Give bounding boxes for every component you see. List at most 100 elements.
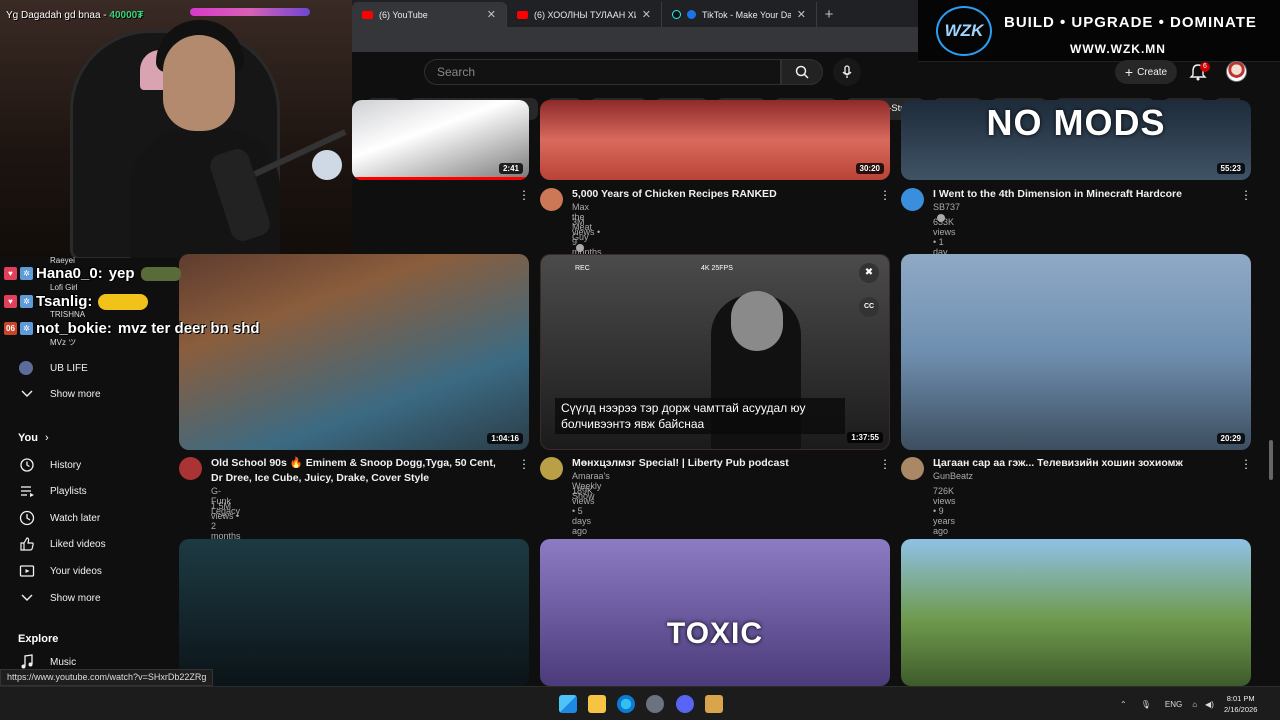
video-thumbnail[interactable] bbox=[901, 539, 1251, 686]
bits-badge-icon: 06 bbox=[4, 322, 17, 335]
video-thumbnail[interactable]: 2:41 bbox=[352, 100, 529, 180]
network-icon[interactable]: ⌂ bbox=[1192, 700, 1197, 709]
caption-text: Сүүлд нээрээ тэр дорж чамттай асуудал юу… bbox=[555, 398, 845, 434]
search-input[interactable] bbox=[425, 60, 780, 84]
create-label: Create bbox=[1137, 66, 1168, 78]
more-options-icon[interactable]: · · · bbox=[521, 453, 527, 474]
language-indicator[interactable]: ENG bbox=[1165, 700, 1182, 709]
more-options-icon[interactable]: · · · bbox=[882, 184, 888, 205]
browser-tab-youtube[interactable]: (6) YouTube ✕ bbox=[352, 2, 507, 27]
chat-message: ♥ ✲ Tsanlig: bbox=[4, 293, 149, 310]
more-options-icon[interactable]: · · · bbox=[1243, 453, 1249, 474]
youtube-icon bbox=[362, 10, 373, 19]
sidebar-item-watch-later[interactable]: Watch later bbox=[0, 505, 160, 531]
chat-text: mvz ter deer bn shd bbox=[117, 320, 260, 337]
more-options-icon[interactable]: · · · bbox=[1243, 184, 1249, 205]
sponsor-logo: WZK bbox=[936, 6, 992, 56]
video-title[interactable]: Цагаан сар аа гэж... Телевизийн хошин зо… bbox=[933, 456, 1223, 471]
sidebar-item-liked-videos[interactable]: Liked videos bbox=[0, 531, 160, 557]
sidebar-item-history[interactable]: History bbox=[0, 452, 160, 478]
video-thumbnail[interactable]: TOXIC bbox=[540, 539, 890, 686]
thumbnail-text: TOXIC bbox=[666, 617, 764, 650]
mute-icon[interactable]: ✖ bbox=[859, 263, 879, 283]
voice-search-button[interactable] bbox=[833, 58, 861, 86]
history-icon bbox=[19, 457, 35, 473]
sidebar-you-heading[interactable]: You › bbox=[18, 432, 49, 444]
sidebar-item-playlists[interactable]: Playlists bbox=[0, 478, 160, 504]
search-button[interactable] bbox=[781, 59, 823, 85]
browser-tab-tiktok[interactable]: TikTok - Make Your Day ✕ bbox=[662, 2, 817, 27]
sidebar-item-label: UB LIFE bbox=[50, 362, 88, 374]
fps-indicator: 4K 25FPS bbox=[701, 265, 733, 272]
sidebar-item-label: History bbox=[50, 459, 82, 471]
sidebar-show-more-subs[interactable]: Show more bbox=[0, 381, 160, 407]
sidebar-item-your-videos[interactable]: Your videos bbox=[0, 558, 160, 584]
channel-avatar[interactable] bbox=[901, 188, 924, 211]
settings-gear-icon[interactable] bbox=[646, 695, 664, 713]
channel-avatar[interactable] bbox=[540, 457, 563, 480]
search-box bbox=[424, 59, 781, 85]
chat-username: Tsanlig: bbox=[36, 293, 93, 310]
volume-icon[interactable]: ◀) bbox=[1205, 700, 1214, 709]
microphone-icon[interactable]: 🎙 bbox=[1141, 700, 1151, 709]
music-note-icon bbox=[19, 654, 35, 670]
edge-browser-icon[interactable] bbox=[617, 695, 635, 713]
video-duration: 2:41 bbox=[498, 163, 523, 174]
video-title[interactable]: 5,000 Years of Chicken Recipes RANKED bbox=[572, 187, 862, 202]
captions-icon[interactable]: CC bbox=[859, 297, 879, 317]
playlists-icon bbox=[19, 483, 35, 499]
close-icon[interactable]: ✕ bbox=[797, 8, 806, 21]
video-meta: 189K views • 5 days ago bbox=[572, 486, 595, 536]
more-options-icon[interactable]: · · · bbox=[521, 184, 527, 205]
video-thumbnail[interactable]: 20:29 bbox=[901, 254, 1251, 450]
video-thumbnail[interactable]: REC 4K 25FPS Сүүлд нээрээ тэр дорж чамттай… bbox=[540, 254, 890, 450]
close-icon[interactable]: ✕ bbox=[642, 8, 651, 21]
you-label: You bbox=[18, 432, 38, 444]
video-meta: 726K views • 9 years ago bbox=[933, 486, 956, 536]
video-title[interactable]: Old School 90s 🔥 Eminem & Snoop Dogg,Tyg… bbox=[211, 456, 501, 486]
discord-icon[interactable] bbox=[676, 695, 694, 713]
channel-avatar[interactable] bbox=[540, 188, 563, 211]
sidebar-sub-ub-life[interactable]: UB LIFE bbox=[0, 355, 160, 381]
channel-avatar[interactable] bbox=[901, 457, 924, 480]
video-thumbnail[interactable]: NO MODS 55:23 bbox=[901, 100, 1251, 180]
video-thumbnail[interactable]: 30:20 bbox=[540, 100, 890, 180]
chat-sub-name: MVz ツ bbox=[50, 338, 77, 347]
clock-icon bbox=[19, 510, 35, 526]
app-icon[interactable] bbox=[705, 695, 723, 713]
video-title[interactable]: Мөнхцэлмэг Special! | Liberty Pub podcas… bbox=[572, 456, 862, 471]
goal-value: 40000₮ bbox=[109, 10, 144, 21]
new-tab-button[interactable]: + bbox=[817, 2, 841, 27]
chevron-up-icon[interactable]: ⌃ bbox=[1120, 700, 1127, 709]
page-scrollbar[interactable] bbox=[1269, 440, 1273, 480]
tab-title: TikTok - Make Your Day bbox=[702, 9, 791, 20]
sponsor-banner: WZK BUILD • UPGRADE • DOMINATE WWW.WZK.M… bbox=[918, 0, 1280, 62]
sub-badge-icon: ✲ bbox=[20, 322, 33, 335]
chevron-down-icon bbox=[19, 590, 35, 606]
sidebar-item-label: Playlists bbox=[50, 485, 87, 497]
more-options-icon[interactable]: · · · bbox=[882, 453, 888, 474]
video-title[interactable]: I Went to the 4th Dimension in Minecraft… bbox=[933, 187, 1223, 202]
thumbnail-text: NO MODS bbox=[986, 102, 1166, 143]
sidebar-item-label: Show more bbox=[50, 592, 101, 604]
ring-light bbox=[312, 150, 342, 180]
windows-start-icon[interactable] bbox=[559, 695, 577, 713]
video-thumbnail[interactable] bbox=[179, 539, 529, 686]
taskbar-clock[interactable]: 8:01 PM 2/16/2026 bbox=[1224, 693, 1257, 715]
create-button[interactable]: + Create bbox=[1115, 60, 1177, 84]
sidebar-show-more-you[interactable]: Show more bbox=[0, 585, 160, 611]
thumbs-up-icon bbox=[19, 536, 35, 552]
channel-name[interactable]: GunBeatz bbox=[933, 471, 973, 481]
goal-label: Yg Dagadah gd bnaa - bbox=[6, 10, 107, 21]
channel-avatar[interactable] bbox=[179, 457, 202, 480]
channel-name-text: GunBeatz bbox=[933, 471, 974, 481]
sidebar-item-label: Watch later bbox=[50, 512, 101, 524]
file-explorer-icon[interactable] bbox=[588, 695, 606, 713]
browser-tab-youtube-2[interactable]: (6) ХООЛНЫ ТУЛААН ХИЙЖ ОРХ ✕ bbox=[507, 2, 662, 27]
clock-time: 8:01 PM bbox=[1226, 694, 1255, 703]
chat-sub-name: Lofi Girl bbox=[50, 283, 78, 292]
search-icon bbox=[795, 65, 809, 79]
account-avatar[interactable] bbox=[1226, 61, 1247, 82]
heart-badge-icon: ♥ bbox=[4, 295, 17, 308]
close-icon[interactable]: ✕ bbox=[487, 8, 496, 21]
